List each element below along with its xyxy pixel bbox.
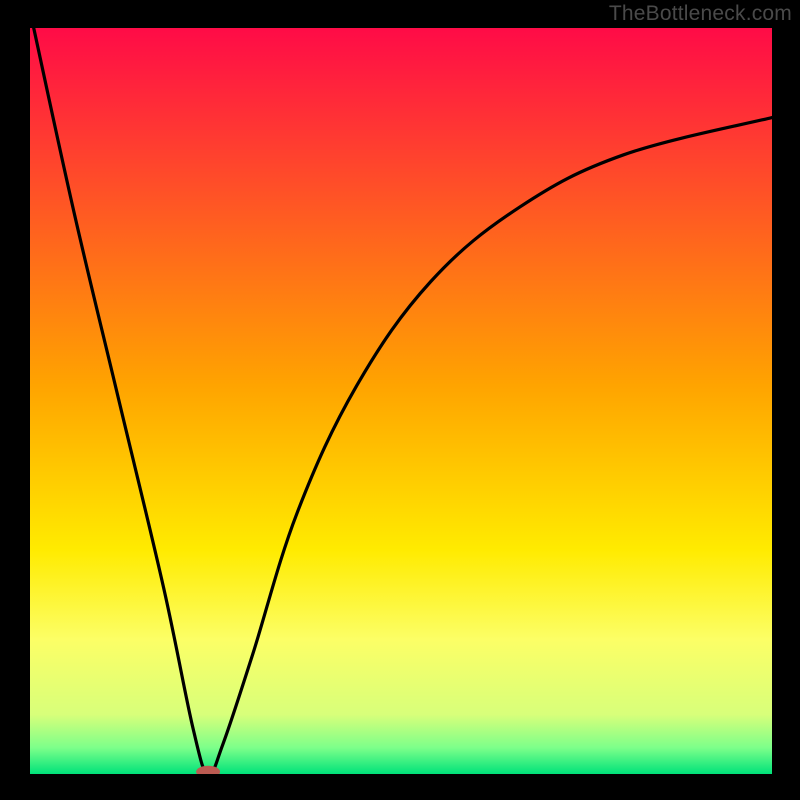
chart-stage: { "watermark": "TheBottleneck.com", "cha… [0,0,800,800]
frame-right [772,0,800,800]
plot-background [30,28,772,774]
frame-left [0,0,30,800]
frame-bottom [0,774,800,800]
watermark-text: TheBottleneck.com [609,2,792,26]
chart-svg [0,0,800,800]
